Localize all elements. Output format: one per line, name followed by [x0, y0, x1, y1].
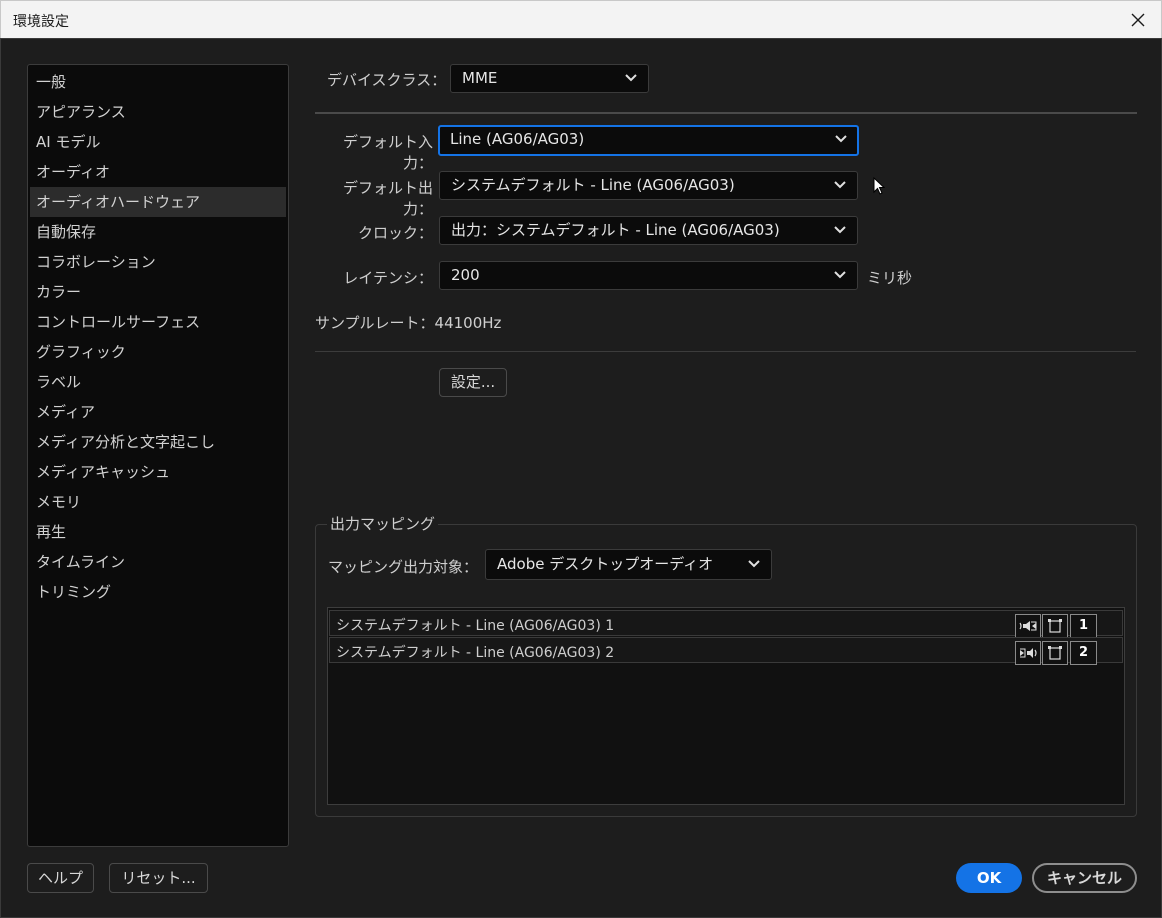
default-input-dropdown[interactable]: Line (AG06/AG03) [438, 125, 859, 156]
sidebar-item-trimming[interactable]: トリミング [30, 577, 286, 607]
channel-label: システムデフォルト - Line (AG06/AG03) 1 [336, 618, 615, 634]
sidebar-item-timeline[interactable]: タイムライン [30, 547, 286, 577]
sidebar-item-control-surface[interactable]: コントロールサーフェス [30, 307, 286, 337]
default-output-label: デフォルト出力： [342, 179, 433, 218]
settings-button[interactable]: 設定... [439, 368, 507, 397]
default-output-value: システムデフォルト - Line (AG06/AG03) [451, 176, 735, 194]
default-input-label: デフォルト入力： [342, 133, 433, 172]
channel-mapping-icon[interactable] [1042, 614, 1068, 638]
channel-number[interactable]: 1 [1070, 614, 1097, 638]
latency-label: レイテンシ： [343, 269, 433, 287]
sidebar-item-media[interactable]: メディア [30, 397, 286, 427]
output-mapping-list: システムデフォルト - Line (AG06/AG03) 1 1 システムデフォ… [327, 607, 1125, 805]
latency-unit: ミリ秒 [867, 269, 913, 287]
default-input-value: Line (AG06/AG03) [450, 130, 585, 148]
latency-dropdown[interactable]: 200 [439, 261, 858, 290]
chevron-down-icon [834, 181, 846, 189]
ok-button[interactable]: OK [956, 863, 1022, 893]
title-bar: 環境設定 [0, 0, 1162, 38]
speaker-right-icon[interactable] [1015, 641, 1041, 665]
clock-dropdown[interactable]: 出力：システムデフォルト - Line (AG06/AG03) [439, 216, 858, 245]
list-item[interactable]: システムデフォルト - Line (AG06/AG03) 1 1 [329, 610, 1123, 638]
section-divider [315, 112, 1137, 114]
mapping-target-label: マッピング出力対象： [328, 558, 479, 576]
device-class-dropdown[interactable]: MME [450, 64, 649, 93]
sidebar-item-collaboration[interactable]: コラボレーション [30, 247, 286, 277]
section-divider [315, 351, 1136, 352]
sidebar-item-audio[interactable]: オーディオ [30, 157, 286, 187]
list-item[interactable]: システムデフォルト - Line (AG06/AG03) 2 2 [329, 637, 1123, 665]
channel-number[interactable]: 2 [1070, 641, 1097, 665]
chevron-down-icon [835, 135, 847, 143]
latency-value: 200 [451, 266, 480, 284]
sidebar-item-labels[interactable]: ラベル [30, 367, 286, 397]
mouse-cursor-icon [873, 177, 885, 195]
window-title: 環境設定 [13, 14, 69, 30]
sidebar-item-playback[interactable]: 再生 [30, 517, 286, 547]
sidebar-item-media-analysis[interactable]: メディア分析と文字起こし [30, 427, 286, 457]
chevron-down-icon [748, 560, 760, 568]
sidebar-item-media-cache[interactable]: メディアキャッシュ [30, 457, 286, 487]
clock-value: 出力：システムデフォルト - Line (AG06/AG03) [451, 221, 780, 239]
preferences-dialog: 一般 アピアランス AI モデル オーディオ オーディオハードウェア 自動保存 … [0, 38, 1162, 918]
channel-label: システムデフォルト - Line (AG06/AG03) 2 [336, 645, 615, 661]
chevron-down-icon [834, 226, 846, 234]
chevron-down-icon [625, 74, 637, 82]
mapping-target-dropdown[interactable]: Adobe デスクトップオーディオ [485, 549, 772, 580]
speaker-left-icon[interactable] [1015, 614, 1041, 638]
sidebar-item-audio-hardware[interactable]: オーディオハードウェア [30, 187, 286, 217]
help-button[interactable]: ヘルプ [27, 863, 94, 893]
chevron-down-icon [834, 271, 846, 279]
reset-button[interactable]: リセット... [109, 863, 208, 893]
device-class-label: デバイスクラス： [327, 71, 447, 89]
sample-rate-text: サンプルレート：44100Hz [315, 314, 502, 332]
mapping-target-value: Adobe デスクトップオーディオ [497, 555, 714, 573]
sidebar-item-color[interactable]: カラー [30, 277, 286, 307]
sidebar-item-general[interactable]: 一般 [30, 67, 286, 97]
preferences-category-list: 一般 アピアランス AI モデル オーディオ オーディオハードウェア 自動保存 … [27, 64, 289, 847]
output-mapping-title: 出力マッピング [327, 513, 439, 534]
sidebar-item-auto-save[interactable]: 自動保存 [30, 217, 286, 247]
sidebar-item-graphics[interactable]: グラフィック [30, 337, 286, 367]
close-icon[interactable] [1125, 7, 1151, 33]
channel-mapping-icon[interactable] [1042, 641, 1068, 665]
default-output-dropdown[interactable]: システムデフォルト - Line (AG06/AG03) [439, 171, 858, 200]
clock-label: クロック： [357, 224, 433, 242]
sidebar-item-appearance[interactable]: アピアランス [30, 97, 286, 127]
cancel-button[interactable]: キャンセル [1032, 863, 1137, 893]
sidebar-item-memory[interactable]: メモリ [30, 487, 286, 517]
sidebar-item-ai-models[interactable]: AI モデル [30, 127, 286, 157]
device-class-value: MME [462, 69, 498, 87]
